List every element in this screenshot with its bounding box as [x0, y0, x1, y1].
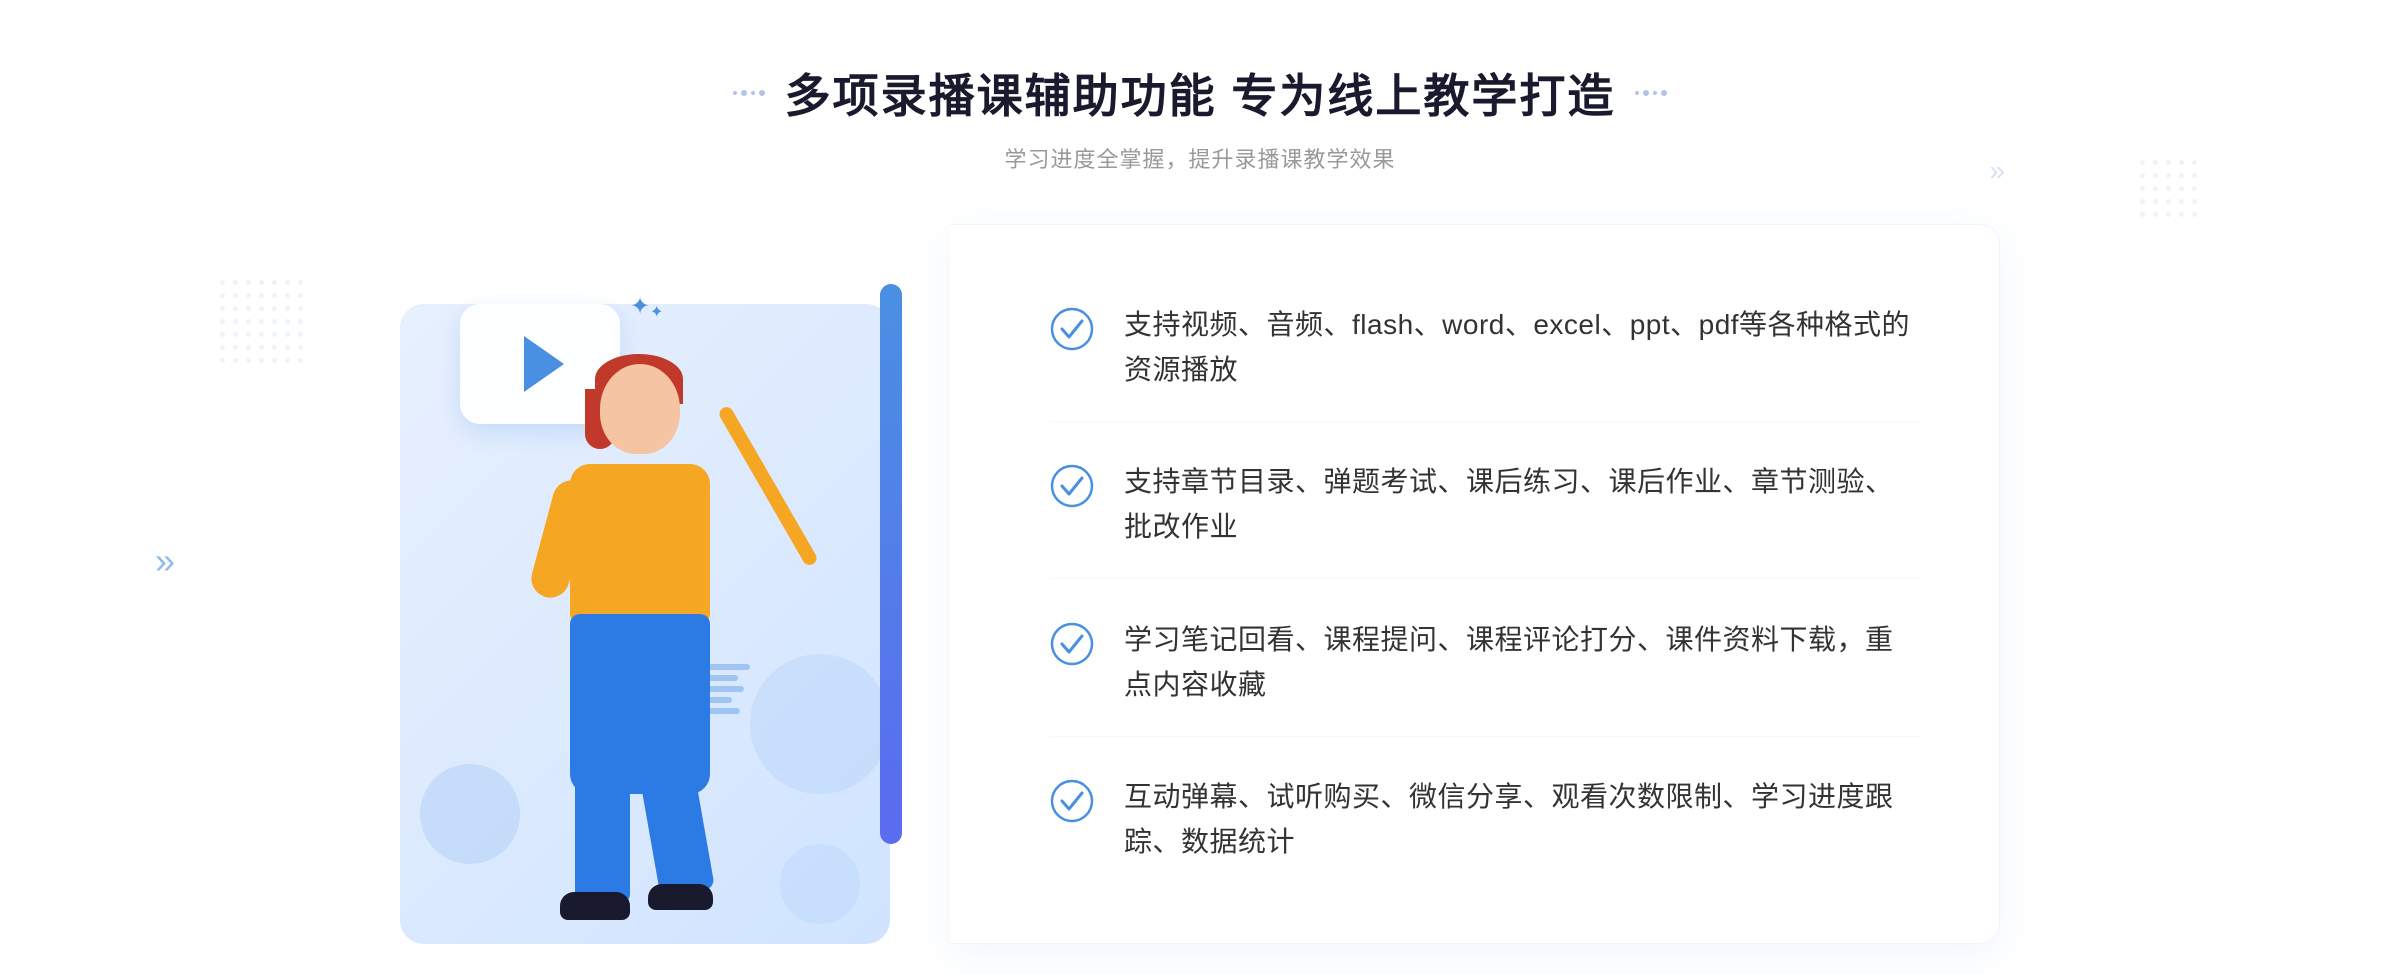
- character-shoe-left: [560, 892, 630, 920]
- character-pants: [570, 614, 710, 794]
- feature-item-2: 支持章节目录、弹题考试、课后练习、课后作业、章节测验、批改作业: [1050, 432, 1919, 579]
- dots-decoration-left: [220, 280, 340, 400]
- features-panel: 支持视频、音频、flash、word、excel、ppt、pdf等各种格式的资源…: [950, 224, 2000, 944]
- header-section: 多项录播课辅助功能 专为线上教学打造 学习进度全掌握，提升录播课教学效果: [733, 60, 1668, 174]
- character-arm-raised: [717, 405, 819, 568]
- page-subtitle: 学习进度全掌握，提升录播课教学效果: [733, 142, 1668, 174]
- content-area: ✦ ✦: [400, 224, 2000, 944]
- feature-text-1: 支持视频、音频、flash、word、excel、ppt、pdf等各种格式的资源…: [1124, 303, 1919, 393]
- blue-bar-decoration: [880, 284, 902, 844]
- sparkle2-icon: ✦: [650, 302, 663, 322]
- character-head: [600, 364, 680, 454]
- title-deco-left: [733, 90, 765, 96]
- dots-decoration-right: [2140, 160, 2220, 240]
- check-icon-2: [1050, 464, 1094, 508]
- chevron-right-icon: »: [1989, 155, 2005, 187]
- feature-item-1: 支持视频、音频、flash、word、excel、ppt、pdf等各种格式的资源…: [1050, 275, 1919, 422]
- page-container: » » 多项录播课辅助功能 专为线上教学打造 学习进度全掌握，提升录播课教学效果: [0, 0, 2400, 974]
- check-icon-1: [1050, 307, 1094, 351]
- title-deco-right: [1635, 90, 1667, 96]
- illustration-area: ✦ ✦: [400, 224, 960, 944]
- feature-item-4: 互动弹幕、试听购买、微信分享、观看次数限制、学习进度跟踪、数据统计: [1050, 747, 1919, 893]
- chevron-left-icon: »: [155, 540, 175, 582]
- title-row: 多项录播课辅助功能 专为线上教学打造: [733, 60, 1668, 126]
- character-body: [570, 464, 710, 624]
- sparkle-icon: ✦: [630, 292, 650, 321]
- feature-item-3: 学习笔记回看、课程提问、课程评论打分、课件资料下载，重点内容收藏: [1050, 590, 1919, 737]
- character-illustration: [500, 344, 840, 924]
- feature-text-2: 支持章节目录、弹题考试、课后练习、课后作业、章节测验、批改作业: [1124, 460, 1919, 550]
- page-title: 多项录播课辅助功能 专为线上教学打造: [785, 60, 1616, 126]
- feature-text-3: 学习笔记回看、课程提问、课程评论打分、课件资料下载，重点内容收藏: [1124, 618, 1919, 708]
- check-icon-4: [1050, 779, 1094, 823]
- character-leg-left: [575, 774, 630, 904]
- character-leg-right: [640, 770, 715, 898]
- character-shoe-right: [648, 884, 713, 910]
- check-icon-3: [1050, 622, 1094, 666]
- feature-text-4: 互动弹幕、试听购买、微信分享、观看次数限制、学习进度跟踪、数据统计: [1124, 775, 1919, 865]
